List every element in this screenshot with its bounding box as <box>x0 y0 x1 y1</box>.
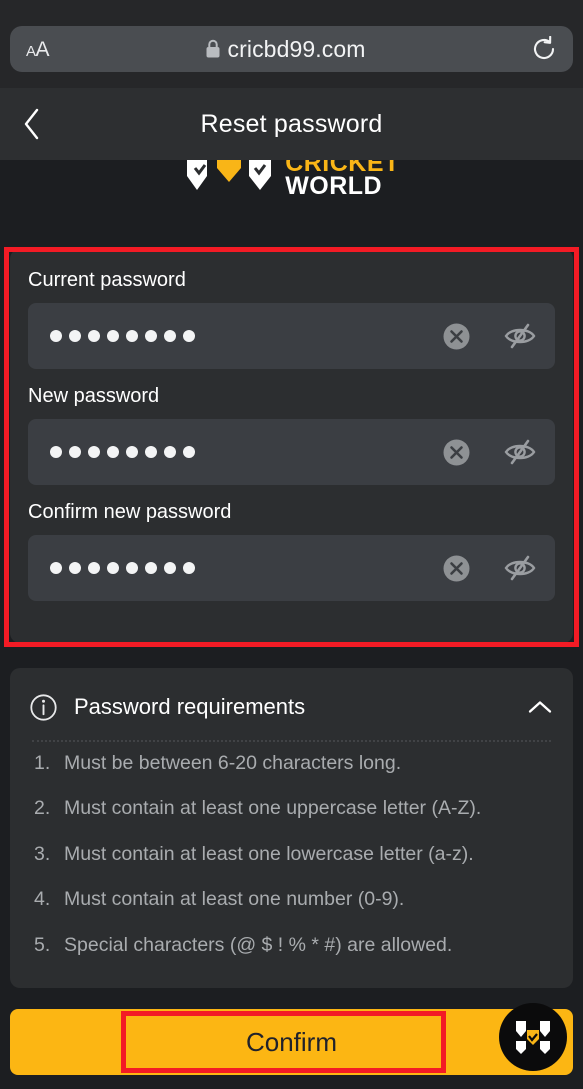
chevron-left-icon <box>24 108 39 140</box>
url-text: cricbd99.com <box>227 35 366 62</box>
logo-line-2: WORLD <box>285 172 383 200</box>
password-requirements-card: Password requirements 1. Must be between… <box>10 668 573 988</box>
logo-wordmark: CRICKET WORLD <box>285 160 400 200</box>
field-label-confirm-new-password: Confirm new password <box>28 501 232 523</box>
url-display[interactable]: cricbd99.com <box>39 36 531 63</box>
lock-icon <box>206 39 220 58</box>
current-password-actions <box>442 322 537 351</box>
new-password-actions <box>442 438 537 467</box>
chevron-up-icon[interactable] <box>527 699 553 716</box>
field-label-current-password: Current password <box>28 269 186 291</box>
requirement-number: 4. <box>34 888 51 911</box>
password-requirements-title: Password requirements <box>74 694 306 719</box>
field-confirm-new-password: Confirm new password <box>28 501 555 601</box>
clear-circle-icon[interactable] <box>442 554 471 583</box>
app-header: Reset password <box>0 88 583 160</box>
eye-off-icon[interactable] <box>503 438 537 466</box>
text-size-small-a: A <box>26 42 36 60</box>
list-item: 1. Must be between 6-20 characters long. <box>34 752 553 775</box>
requirement-text: Must contain at least one uppercase lett… <box>64 797 482 820</box>
page-title: Reset password <box>200 109 383 138</box>
confirm-button[interactable]: Confirm <box>10 1009 573 1075</box>
list-item: 4. Must contain at least one number (0-9… <box>34 888 553 911</box>
field-label-new-password: New password <box>28 385 160 407</box>
reload-icon[interactable] <box>531 36 557 62</box>
info-circle-icon <box>30 693 57 721</box>
requirement-text: Must be between 6-20 characters long. <box>64 752 402 774</box>
back-button[interactable] <box>10 102 54 146</box>
clear-circle-icon[interactable] <box>442 438 471 467</box>
new-password-input[interactable] <box>28 419 555 485</box>
requirement-text: Must contain at least one number (0-9). <box>64 888 405 911</box>
cricket-world-mark-icon <box>187 160 272 190</box>
mobile-browser-screen: AA cricbd99.com Reset password CRICKET W… <box>0 0 583 1089</box>
field-current-password: Current password <box>28 269 555 369</box>
password-form-card: Current password New password Confirm ne… <box>10 249 573 643</box>
requirement-number: 5. <box>34 933 51 956</box>
current-password-input[interactable] <box>28 303 555 369</box>
current-password-masked-value <box>50 330 442 342</box>
password-requirements-header[interactable]: Password requirements <box>30 686 553 728</box>
list-item: 2. Must contain at least one uppercase l… <box>34 797 553 820</box>
requirement-text: Must contain at least one lowercase lett… <box>64 842 474 865</box>
site-logo: CRICKET WORLD <box>0 160 583 208</box>
confirm-new-password-input[interactable] <box>28 535 555 601</box>
requirement-number: 2. <box>34 797 51 820</box>
confirm-new-password-actions <box>442 554 537 583</box>
list-item: 3. Must contain at least one lowercase l… <box>34 843 553 866</box>
new-password-masked-value <box>50 446 442 458</box>
browser-chrome: AA cricbd99.com <box>0 0 583 88</box>
page-body: CRICKET WORLD Current password New passw… <box>0 160 583 995</box>
list-item: 5. Special characters (@ $ ! % * #) are … <box>34 934 553 957</box>
cricket-world-logo-icon <box>516 1021 550 1054</box>
clear-circle-icon[interactable] <box>442 322 471 351</box>
requirement-number: 1. <box>34 752 51 774</box>
requirements-divider <box>32 740 551 742</box>
confirm-new-password-masked-value <box>50 562 442 574</box>
floating-logo-button[interactable] <box>499 1003 567 1071</box>
field-new-password: New password <box>28 385 555 485</box>
requirement-number: 3. <box>34 842 51 865</box>
browser-url-bar[interactable]: AA cricbd99.com <box>10 26 573 72</box>
password-requirements-list: 1. Must be between 6-20 characters long.… <box>30 748 553 957</box>
requirement-text: Special characters (@ $ ! % * #) are all… <box>64 933 453 956</box>
eye-off-icon[interactable] <box>503 554 537 582</box>
eye-off-icon[interactable] <box>503 322 537 350</box>
bottom-action-bar: Confirm <box>0 995 583 1089</box>
